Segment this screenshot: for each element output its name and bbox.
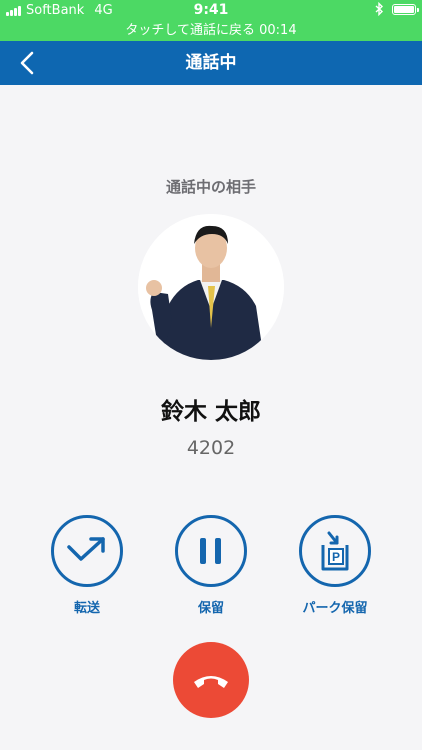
park-hold-icon: P [321,531,349,571]
status-time: 9:41 [193,2,229,18]
transfer-label: 転送 [73,601,100,616]
return-to-call-text: タッチして通話に戻る 00:14 [125,23,297,38]
svg-text:P: P [332,550,340,564]
battery-icon [392,3,419,15]
avatar [138,214,284,360]
contact-name: 鈴木 太郎 [160,399,261,425]
hangup-button[interactable] [173,642,249,718]
park-hold-button[interactable]: P パーク保留 [280,515,390,616]
bluetooth-icon [375,2,384,16]
phone-hangup-icon [194,676,228,688]
avatar-photo [138,214,284,360]
status-bar: SoftBank 4G 9:41 [0,0,422,20]
transfer-arrow-icon [67,537,105,561]
return-to-call-banner[interactable]: タッチして通話に戻る 00:14 [0,20,422,41]
transfer-button[interactable]: 転送 [32,515,142,616]
status-right [375,2,419,16]
park-hold-label: パーク保留 [302,601,368,616]
hold-button[interactable]: 保留 [156,515,266,616]
pause-icon [200,538,221,564]
caller-section-label: 通話中の相手 [165,178,256,196]
hold-label: 保留 [197,601,224,616]
page-title: 通話中 [185,53,237,73]
contact-number: 4202 [186,437,236,459]
nav-bar: 通話中 [0,41,422,85]
park-hold-circle: P [299,515,371,587]
hold-circle [175,515,247,587]
transfer-circle [51,515,123,587]
